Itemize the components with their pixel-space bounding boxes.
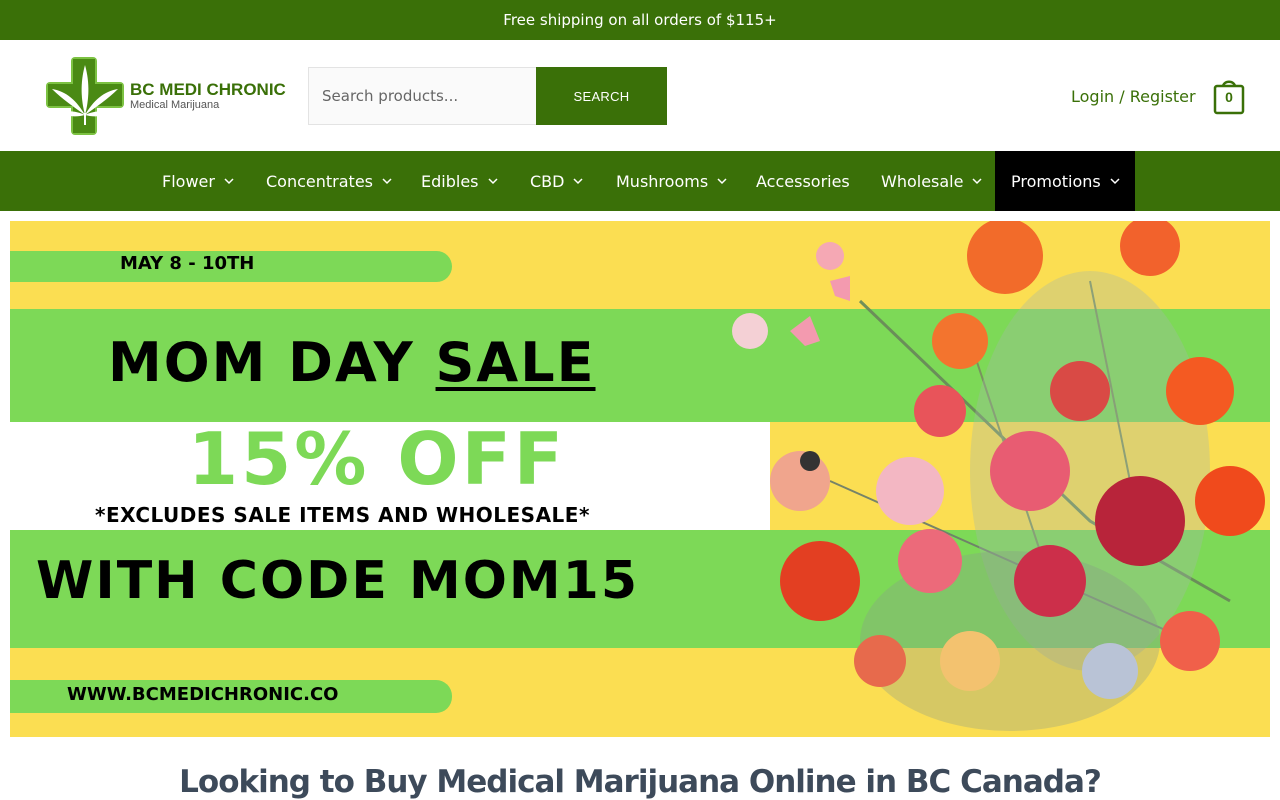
banner-exclusion: *EXCLUDES SALE ITEMS AND WHOLESALE* [95,503,590,527]
nav-item-label: Mushrooms [616,171,709,191]
nav-item-cbd[interactable]: CBD [530,151,584,211]
chevron-down-icon [972,178,982,185]
nav-item-label: Edibles [421,171,479,191]
nav-item-accessories[interactable]: Accessories [756,151,850,211]
chevron-down-icon [382,178,392,185]
chevron-down-icon [573,178,583,185]
nav-item-label: CBD [530,171,565,191]
banner-code-line: WITH CODE MOM15 [36,551,640,611]
site-logo[interactable]: BC MEDI CHRONIC Medical Marijuana [44,55,300,137]
cart-button[interactable]: 0 [1212,76,1246,116]
headline-main: MOM DAY [108,331,436,394]
nav-item-label: Flower [162,171,215,191]
nav-item-wholesale[interactable]: Wholesale [881,151,983,211]
chevron-down-icon [1110,178,1120,185]
announcement-bar: Free shipping on all orders of $115+ [0,0,1280,40]
headline-sale: SALE [435,331,596,394]
cannabis-cross-logo-icon [46,57,124,135]
search-input[interactable] [308,67,536,125]
banner-dates: MAY 8 - 10TH [120,253,255,274]
nav-item-edibles[interactable]: Edibles [421,151,499,211]
chevron-down-icon [717,178,727,185]
page-heading: Looking to Buy Medical Marijuana Online … [179,764,1102,800]
nav-item-label: Accessories [756,171,850,191]
nav-item-concentrates[interactable]: Concentrates [266,151,393,211]
banner-discount: 15% OFF [188,417,566,501]
search-button[interactable]: SEARCH [536,67,667,125]
banner-website: WWW.BCMEDICHRONIC.CO [67,684,339,705]
chevron-down-icon [224,178,234,185]
login-register-link[interactable]: Login / Register [1071,87,1196,106]
chevron-down-icon [487,178,498,185]
promo-banner[interactable]: MAY 8 - 10TH MOM DAY SALE 15% OFF *EXCLU… [10,221,1270,737]
main-nav: Flower Concentrates Edibles CBD Mushroom… [0,151,1280,211]
nav-item-label: Promotions [1011,171,1101,191]
cart-count: 0 [1225,89,1233,105]
flower-bouquet-image [732,221,1265,731]
nav-item-flower[interactable]: Flower [162,151,235,211]
nav-item-label: Wholesale [881,171,964,191]
banner-headline: MOM DAY SALE [108,331,596,394]
logo-subtitle: Medical Marijuana [130,99,220,111]
announcement-text: Free shipping on all orders of $115+ [503,11,777,29]
nav-item-mushrooms[interactable]: Mushrooms [616,151,728,211]
site-header: BC MEDI CHRONIC Medical Marijuana SEARCH… [0,40,1280,151]
logo-title: BC MEDI CHRONIC [130,80,286,99]
product-search: SEARCH [308,67,667,125]
nav-item-label: Concentrates [266,171,373,191]
nav-item-promotions[interactable]: Promotions [995,151,1135,211]
